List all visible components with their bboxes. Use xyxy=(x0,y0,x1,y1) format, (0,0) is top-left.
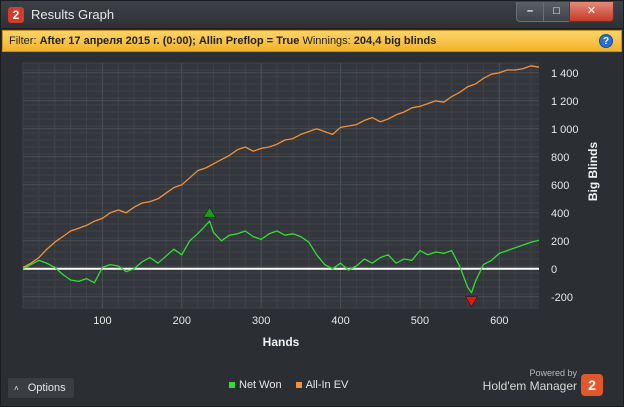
filter-label: Filter: xyxy=(9,35,37,47)
winnings-value: 204,4 big blinds xyxy=(353,35,437,47)
y-tick-label: 200 xyxy=(551,236,569,248)
minimize-button[interactable]: – xyxy=(516,2,544,22)
filter-bar[interactable]: Filter: After 17 апреля 2015 г. (0:00); … xyxy=(2,30,622,52)
maximize-button[interactable]: □ xyxy=(543,2,570,22)
y-tick-label: 1 000 xyxy=(551,124,579,136)
app-logo-icon: 2 xyxy=(8,7,24,23)
legend-label-all-in-ev: All-In EV xyxy=(305,379,349,391)
legend-item-net-won[interactable]: Net Won xyxy=(229,379,282,391)
filter-conditions: After 17 апреля 2015 г. (0:00); Allin Pr… xyxy=(39,35,300,47)
help-icon[interactable]: ? xyxy=(599,34,613,48)
options-label: Options xyxy=(27,382,66,394)
brand-logo: Powered by Hold'em Manager 2 xyxy=(481,367,605,401)
x-axis-label: Hands xyxy=(263,335,300,349)
caret-up-icon: ˄ xyxy=(14,384,19,393)
y-axis-label: Big Blinds xyxy=(586,142,600,202)
chart-area: 100 200 300 400 500 600 -200 0 200 400 600 800 1 000… xyxy=(1,53,623,373)
close-button[interactable]: ✕ xyxy=(569,2,614,22)
y-tick-label: -200 xyxy=(551,292,573,304)
chart-legend: Net Won All-In EV xyxy=(229,379,348,391)
title-bar[interactable]: 2 Results Graph – □ ✕ xyxy=(1,1,623,29)
options-button[interactable]: ˄ Options xyxy=(7,377,75,399)
legend-item-all-in-ev[interactable]: All-In EV xyxy=(295,379,349,391)
x-tick-label: 300 xyxy=(252,315,270,327)
legend-swatch-all-in-ev xyxy=(295,382,302,388)
results-graph-window: 2 Results Graph – □ ✕ Filter: After 17 а… xyxy=(0,0,624,407)
x-tick-label: 400 xyxy=(331,315,349,327)
brand-name: Hold'em Manager xyxy=(482,379,577,393)
results-chart: 100 200 300 400 500 600 -200 0 200 400 600 800 1 000… xyxy=(22,62,600,349)
x-tick-label: 100 xyxy=(93,315,111,327)
y-tick-label: 0 xyxy=(551,264,557,276)
x-tick-label: 500 xyxy=(411,315,429,327)
x-tick-label: 600 xyxy=(490,315,508,327)
winnings-label: Winnings: xyxy=(302,35,351,47)
legend-swatch-net-won xyxy=(229,382,235,388)
legend-label-net-won: Net Won xyxy=(239,379,282,391)
x-tick-label: 200 xyxy=(173,315,191,327)
window-title: Results Graph xyxy=(31,7,115,22)
powered-by-text: Powered by xyxy=(529,368,577,378)
y-tick-label: 600 xyxy=(551,180,569,192)
y-tick-label: 1 400 xyxy=(551,68,579,80)
y-tick-label: 1 200 xyxy=(551,96,579,108)
y-tick-label: 800 xyxy=(551,152,569,164)
y-tick-label: 400 xyxy=(551,208,569,220)
brand-badge-icon: 2 xyxy=(581,374,603,396)
